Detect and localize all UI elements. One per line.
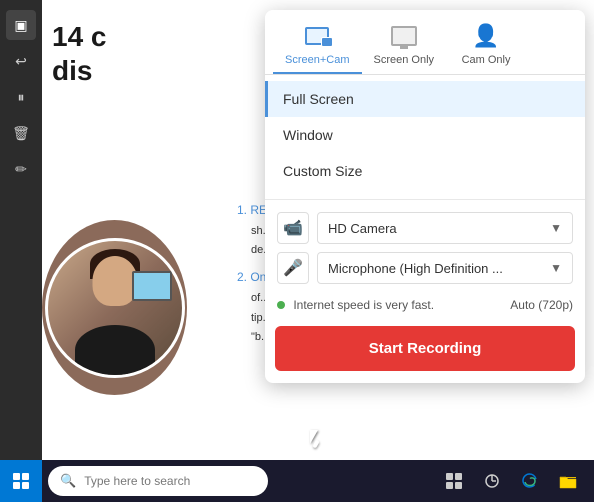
tab-cam-only-label: Cam Only: [462, 54, 511, 66]
screen-cam-icon: [301, 22, 333, 50]
file-explorer-icon[interactable]: [550, 463, 586, 499]
camera-icon-box: 📹: [277, 212, 309, 244]
start-button[interactable]: [0, 460, 42, 502]
camera-icon: 📹: [283, 218, 303, 238]
camera-dropdown[interactable]: HD Camera ▼: [317, 212, 573, 244]
edge-browser-icon[interactable]: [512, 463, 548, 499]
toolbar-stop-btn[interactable]: ▣: [6, 10, 36, 40]
cam-only-icon: 👤: [470, 22, 502, 50]
mic-label: Microphone (High Definition ...: [328, 261, 503, 276]
internet-status-text: Internet speed is very fast.: [293, 298, 434, 312]
camera-chevron-icon: ▼: [550, 221, 562, 235]
screen-only-icon: [388, 22, 420, 50]
mic-icon-box: 🎤: [277, 252, 309, 284]
tab-screen-cam[interactable]: Screen+Cam: [273, 22, 362, 74]
microphone-dropdown[interactable]: Microphone (High Definition ... ▼: [317, 252, 573, 284]
tab-screen-only-label: Screen Only: [374, 54, 435, 66]
taskbar-icons: [436, 463, 594, 499]
option-window[interactable]: Window: [265, 117, 585, 153]
tab-screen-cam-label: Screen+Cam: [285, 54, 350, 66]
option-full-screen[interactable]: Full Screen: [265, 81, 585, 117]
taskbar-search-placeholder: Type here to search: [84, 474, 190, 488]
toolbar-delete-btn[interactable]: 🗑: [6, 118, 36, 148]
toolbar-pause-btn[interactable]: ⏸: [6, 82, 36, 112]
toolbar-undo-btn[interactable]: ↩: [6, 46, 36, 76]
task-view-icon[interactable]: [436, 463, 472, 499]
device-selectors: 📹 HD Camera ▼ 🎤 Microphone (High Definit…: [265, 204, 585, 292]
camera-label: HD Camera: [328, 221, 397, 236]
tab-screen-only[interactable]: Screen Only: [362, 22, 447, 74]
microphone-icon: 🎤: [283, 258, 303, 278]
recording-mode-tabs: Screen+Cam Screen Only 👤 Cam Only: [265, 10, 585, 75]
quality-badge[interactable]: Auto (720p): [510, 298, 573, 312]
toolbar-edit-btn[interactable]: ✏: [6, 154, 36, 184]
status-row: Internet speed is very fast. Auto (720p): [265, 292, 585, 320]
tab-cam-only[interactable]: 👤 Cam Only: [446, 22, 526, 74]
taskbar: 🔍 Type here to search: [0, 460, 594, 502]
widgets-icon[interactable]: [474, 463, 510, 499]
search-icon: 🔍: [60, 473, 76, 489]
camera-selector-row: 📹 HD Camera ▼: [277, 212, 573, 244]
divider-1: [265, 199, 585, 200]
option-custom-size[interactable]: Custom Size: [265, 153, 585, 189]
start-recording-button[interactable]: Start Recording: [275, 326, 575, 371]
windows-logo-icon: [13, 473, 29, 489]
mic-selector-row: 🎤 Microphone (High Definition ... ▼: [277, 252, 573, 284]
taskbar-search[interactable]: 🔍 Type here to search: [48, 466, 268, 496]
status-dot-icon: [277, 301, 285, 309]
webcam-preview: [42, 220, 187, 395]
mic-chevron-icon: ▼: [550, 261, 562, 275]
screen-size-options: Full Screen Window Custom Size: [265, 75, 585, 195]
internet-status: Internet speed is very fast.: [277, 298, 434, 312]
left-toolbar: ▣ ↩ ⏸ 🗑 ✏: [0, 0, 42, 460]
recording-popup: Screen+Cam Screen Only 👤 Cam Only Full S…: [265, 10, 585, 383]
